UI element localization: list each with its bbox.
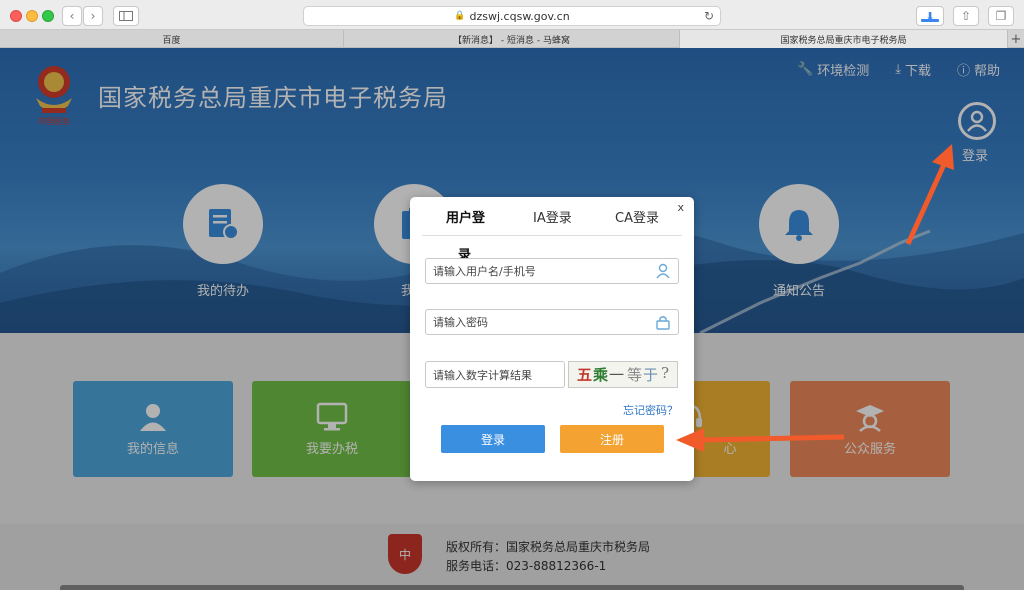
close-icon[interactable]: x <box>677 201 684 214</box>
tab-baidu[interactable]: 百度 <box>0 30 344 48</box>
back-button[interactable]: ‹ <box>62 6 82 26</box>
tab-divider <box>422 235 682 236</box>
lock-icon <box>656 316 670 330</box>
tab-tax-bureau[interactable]: 国家税务总局重庆市电子税务局 <box>680 30 1008 48</box>
forgot-password-link[interactable]: 忘记密码？ <box>623 402 678 418</box>
tab-bar: 百度 【新消息】 - 短消息 - 马蜂窝 国家税务总局重庆市电子税务局 + <box>0 30 1024 48</box>
minimize-window-button[interactable] <box>26 10 38 22</box>
password-input[interactable]: 请输入密码 <box>425 309 679 335</box>
tabs-icon: ❐ <box>995 9 1007 23</box>
sidebar-toggle-button[interactable] <box>113 6 139 26</box>
chevron-right-icon: › <box>90 9 96 23</box>
user-icon <box>656 263 670 279</box>
login-dialog: x 用户登 IA登录 CA登录 录 请输入用户名/手机号 请输入密码 请输入数字… <box>410 197 694 481</box>
downloads-button[interactable]: ⬇ <box>916 6 944 26</box>
captcha-image[interactable]: 五 乘 一 等 于 ? <box>568 361 678 388</box>
tab-user-login[interactable]: 用户登 <box>446 207 485 226</box>
lock-icon: 🔒 <box>454 11 466 21</box>
address-bar[interactable]: 🔒 dzswj.cqsw.gov.cn ↻ <box>303 6 721 26</box>
tab-mafengwo[interactable]: 【新消息】 - 短消息 - 马蜂窝 <box>344 30 680 48</box>
share-button[interactable]: ⇧ <box>953 6 979 26</box>
chevron-left-icon: ‹ <box>69 9 75 23</box>
tab-ia-login[interactable]: IA登录 <box>533 207 572 226</box>
register-button[interactable]: 注册 <box>560 425 664 453</box>
login-button[interactable]: 登录 <box>441 425 545 453</box>
reload-icon[interactable]: ↻ <box>704 9 714 23</box>
browser-toolbar: ‹ › 🔒 dzswj.cqsw.gov.cn ↻ ⬇ ⇧ ❐ <box>0 0 1024 30</box>
tab-ca-login[interactable]: CA登录 <box>615 207 659 226</box>
captcha-input[interactable]: 请输入数字计算结果 <box>425 361 565 388</box>
sidebar-icon <box>119 11 133 21</box>
username-input[interactable]: 请输入用户名/手机号 <box>425 258 679 284</box>
share-icon: ⇧ <box>960 9 972 23</box>
tab-overview-button[interactable]: ❐ <box>988 6 1014 26</box>
zoom-window-button[interactable] <box>42 10 54 22</box>
page: 中国税务 国家税务总局重庆市电子税务局 🔧 环境检测 ⤓ 下载 ⓘ 帮助 登录 我的待… <box>0 48 1024 590</box>
new-tab-button[interactable]: + <box>1008 30 1024 48</box>
forward-button[interactable]: › <box>83 6 103 26</box>
close-window-button[interactable] <box>10 10 22 22</box>
url-text: dzswj.cqsw.gov.cn <box>469 9 570 23</box>
